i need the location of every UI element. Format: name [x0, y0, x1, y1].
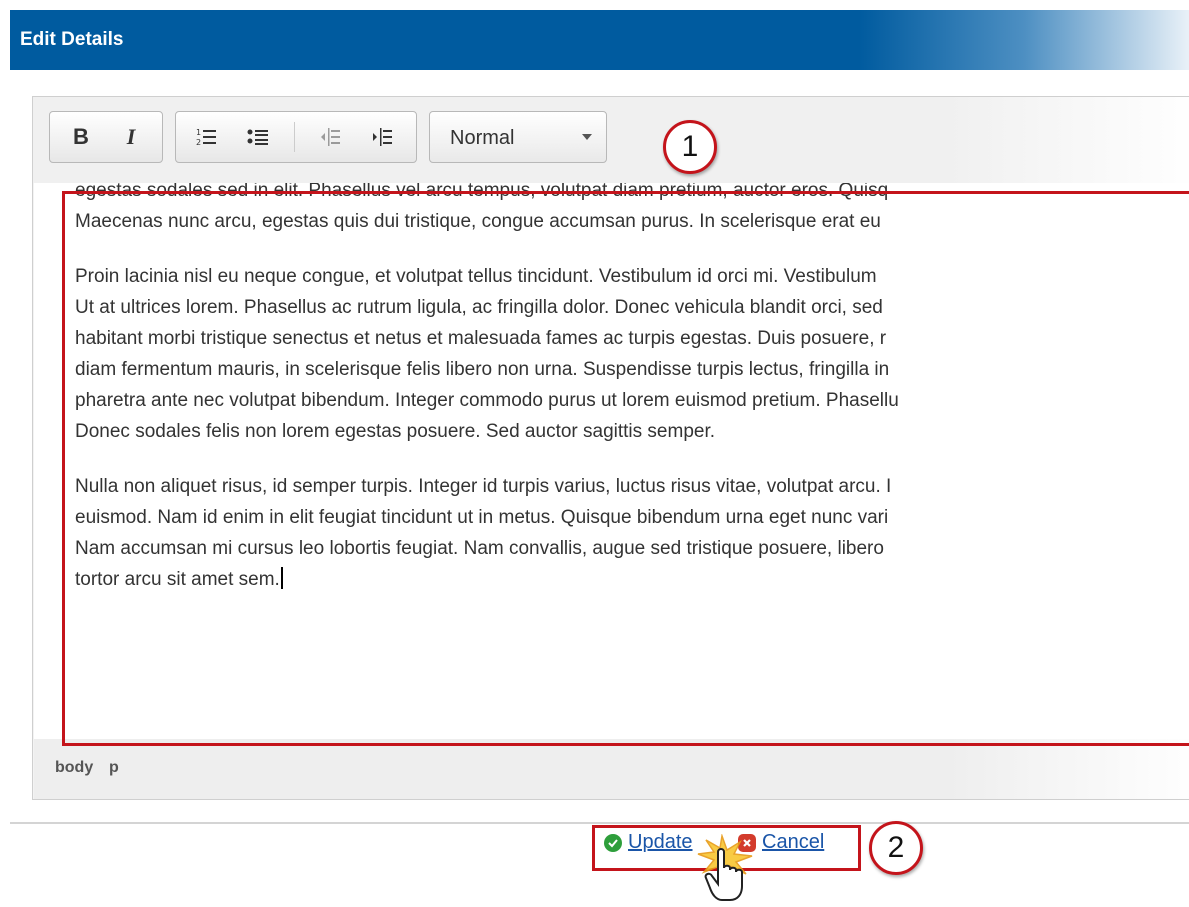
- text-line: tortor arcu sit amet sem.: [75, 564, 1189, 595]
- paragraph[interactable]: Proin lacinia nisl eu neque congue, et v…: [75, 261, 1189, 447]
- text-line: Nulla non aliquet risus, id semper turpi…: [75, 476, 892, 497]
- callout-marker-1: 1: [663, 120, 717, 174]
- numbered-list-icon: 1 2: [196, 128, 216, 147]
- paragraph-format-dropdown[interactable]: Normal: [429, 111, 607, 163]
- list-indent-group: 1 2: [175, 111, 417, 163]
- element-path-bar: body p: [34, 739, 1189, 799]
- text-line: Maecenas nunc arcu, egestas quis dui tri…: [75, 211, 881, 232]
- editor-content-area[interactable]: egestas sodales sed in elit. Phasellus v…: [34, 183, 1189, 739]
- text-line: pharetra ante nec volutpat bibendum. Int…: [75, 390, 899, 411]
- text-line: Donec sodales felis non lorem egestas po…: [75, 421, 716, 442]
- italic-button[interactable]: I: [108, 112, 154, 162]
- paragraph[interactable]: Nulla non aliquet risus, id semper turpi…: [75, 471, 1189, 595]
- check-icon: [604, 833, 622, 852]
- path-item-p[interactable]: p: [109, 759, 119, 777]
- update-button[interactable]: Update: [604, 831, 693, 854]
- text-line: habitant morbi tristique senectus et net…: [75, 328, 887, 349]
- svg-text:1: 1: [196, 128, 201, 137]
- italic-label: I: [126, 124, 136, 149]
- paragraph[interactable]: egestas sodales sed in elit. Phasellus v…: [75, 183, 1189, 237]
- toolbar-separator: [294, 122, 295, 152]
- bold-button[interactable]: B: [58, 112, 104, 162]
- callout-number-2: 2: [887, 831, 905, 864]
- section-divider: [10, 822, 1189, 824]
- basic-style-group: B I: [49, 111, 163, 163]
- chevron-down-icon: [582, 134, 592, 140]
- callout-number-1: 1: [681, 130, 699, 163]
- decrease-indent-icon: [321, 128, 340, 146]
- text-line: egestas sodales sed in elit. Phasellus v…: [75, 183, 889, 201]
- increase-indent-button[interactable]: [362, 112, 402, 162]
- editor-text[interactable]: egestas sodales sed in elit. Phasellus v…: [75, 183, 1189, 619]
- pointer-hand-cursor-icon: [697, 834, 753, 901]
- format-value: Normal: [450, 127, 515, 149]
- rich-text-editor: B I 1 2 Normal egestas sodales sed in el…: [32, 96, 1189, 800]
- path-item-body[interactable]: body: [55, 759, 93, 777]
- numbered-list-button[interactable]: 1 2: [186, 112, 226, 162]
- text-line: Proin lacinia nisl eu neque congue, et v…: [75, 266, 877, 287]
- bulleted-list-icon: [247, 129, 268, 145]
- update-label: Update: [628, 831, 693, 853]
- callout-marker-2: 2: [869, 821, 923, 875]
- text-line: Ut at ultrices lorem. Phasellus ac rutru…: [75, 297, 883, 318]
- text-line: euismod. Nam id enim in elit feugiat tin…: [75, 507, 889, 528]
- text-line: diam fermentum mauris, in scelerisque fe…: [75, 359, 890, 380]
- dialog-header: Edit Details: [10, 10, 1189, 70]
- decrease-indent-button[interactable]: [310, 112, 350, 162]
- text-cursor: [280, 567, 283, 589]
- dialog-title: Edit Details: [20, 29, 124, 50]
- svg-text:2: 2: [196, 138, 201, 147]
- bulleted-list-button[interactable]: [238, 112, 278, 162]
- increase-indent-icon: [373, 128, 392, 146]
- cancel-label: Cancel: [762, 831, 825, 853]
- bold-label: B: [73, 124, 89, 149]
- text-line: Nam accumsan mi cursus leo lobortis feug…: [75, 538, 884, 559]
- editor-toolbar: B I 1 2 Normal: [33, 97, 1189, 183]
